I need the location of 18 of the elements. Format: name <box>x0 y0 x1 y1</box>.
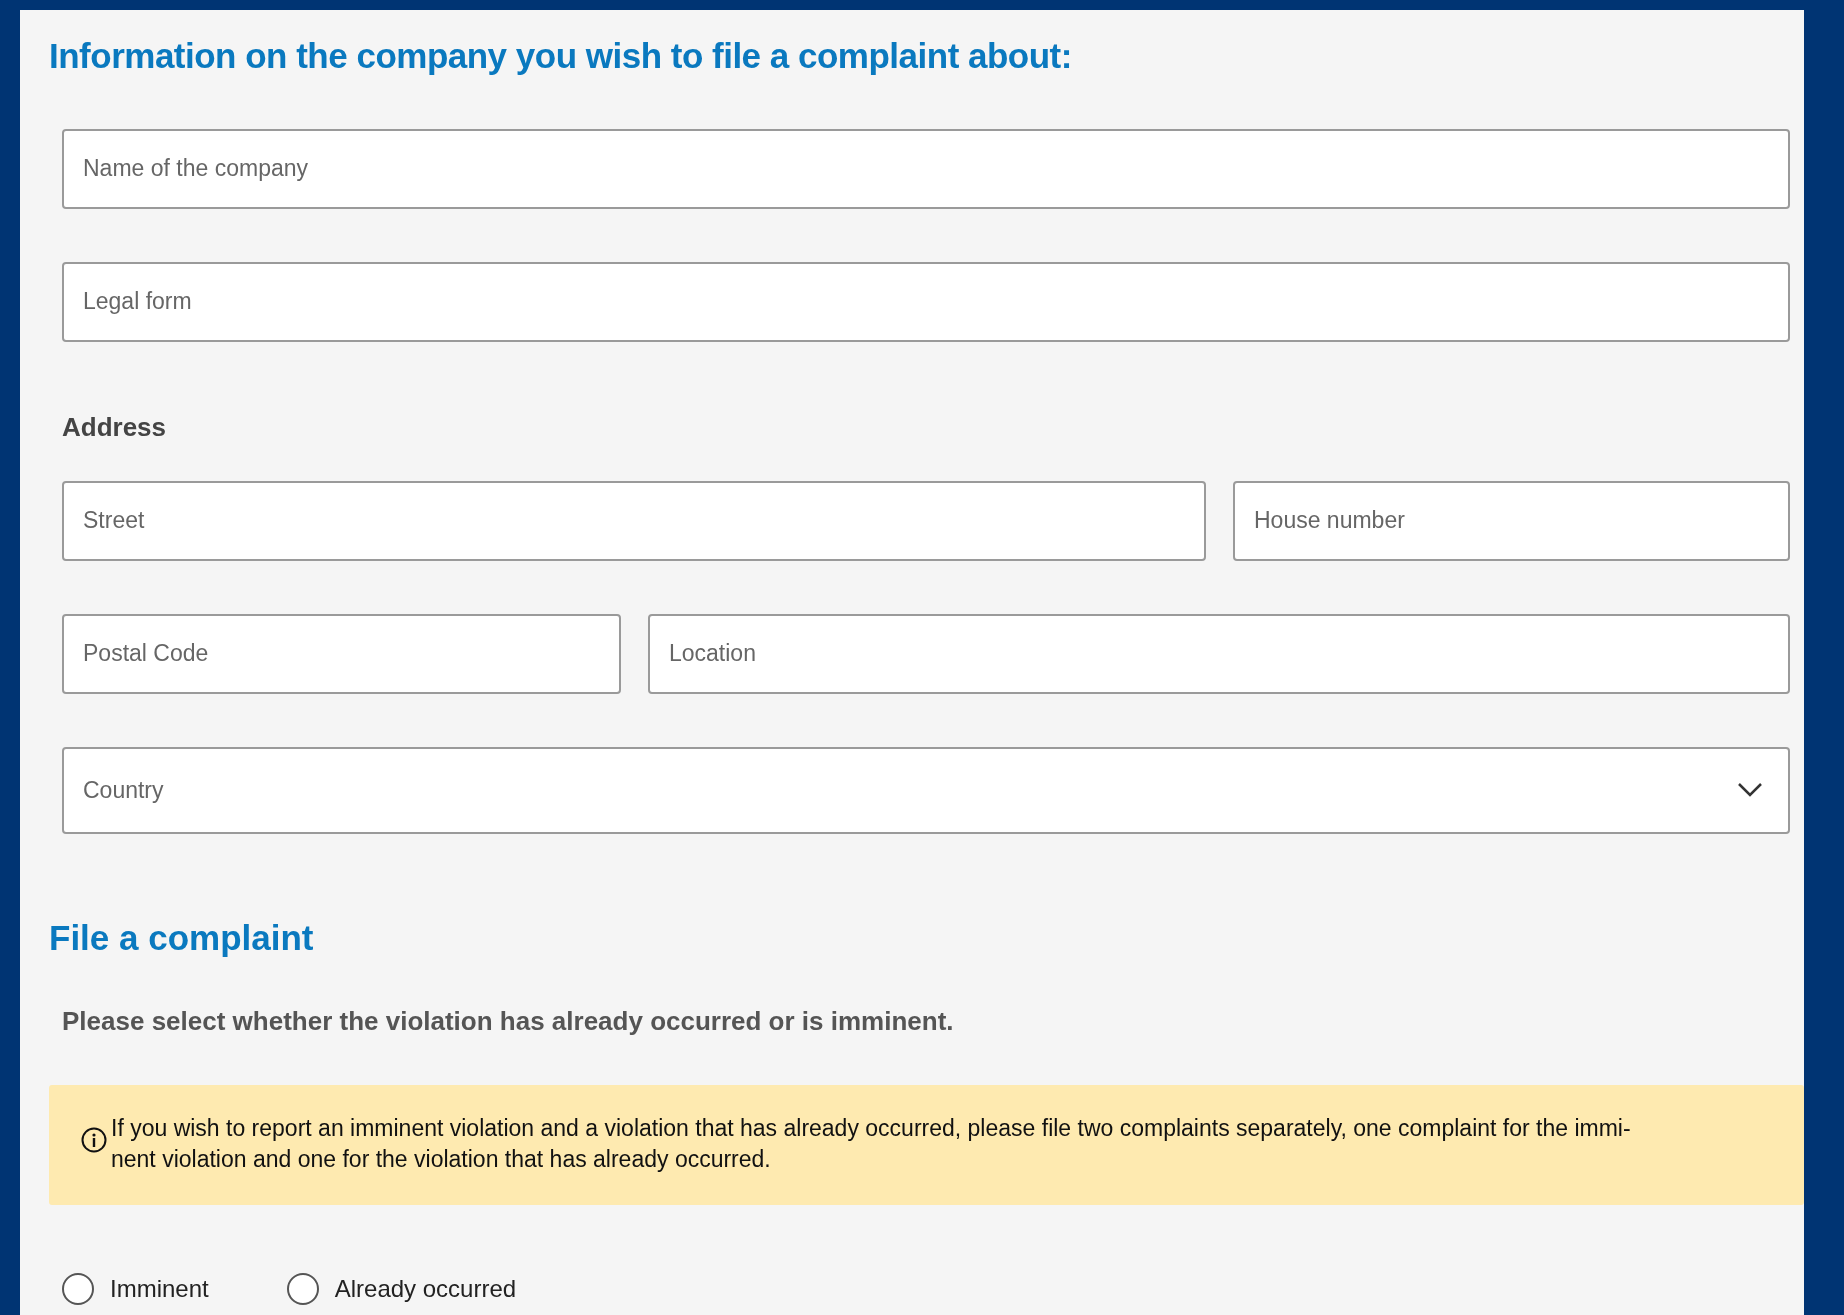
input-field[interactable]: Street <box>62 480 1206 561</box>
input-field[interactable]: Postal Code <box>62 613 621 694</box>
input-field[interactable]: Location <box>648 613 1790 694</box>
input-field[interactable]: House number <box>1233 480 1790 561</box>
country-select[interactable]: Country <box>62 746 1790 834</box>
section-heading: Information on the company you wish to file a complaint about: <box>49 35 1073 77</box>
input-field[interactable]: Name of the company <box>62 128 1790 209</box>
radio-button[interactable] <box>62 1273 94 1305</box>
section-heading: File a complaint <box>49 916 315 959</box>
radio-option[interactable]: Already occurred <box>286 1271 517 1307</box>
address-label: Address <box>62 410 168 444</box>
radio-button[interactable] <box>286 1273 319 1305</box>
question-text: Please select whether the violation has already occurred or is imminent. <box>62 1005 955 1038</box>
input-field[interactable]: Legal form <box>62 261 1790 342</box>
chevron-down-icon <box>1737 782 1763 798</box>
info-icon <box>81 1127 107 1153</box>
radio-option[interactable]: Imminent <box>62 1271 209 1307</box>
info-text: If you wish to report an imminent violation and a violation that has already occurred, please file two complaints separately, one complaint for the immi-nent violation and one for the violation that has already occurred. <box>111 1114 1632 1174</box>
